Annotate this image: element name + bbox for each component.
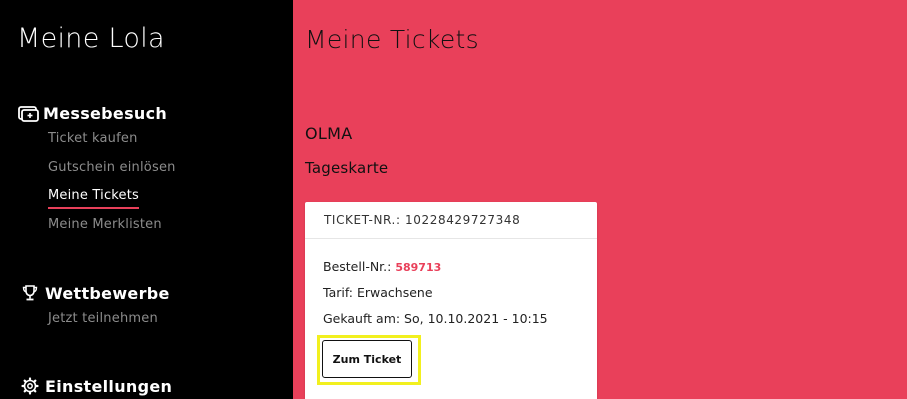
ticket-card: TICKET-NR.: 10228429727348 Bestell-Nr.: … xyxy=(305,202,597,399)
ticket-number: TICKET-NR.: 10228429727348 xyxy=(305,202,597,239)
trophy-icon xyxy=(19,283,41,303)
event-name: OLMA xyxy=(305,124,353,143)
section-label: Einstellungen xyxy=(45,376,173,396)
section-label: Messebesuch xyxy=(43,103,168,123)
section-einstellungen[interactable]: Einstellungen xyxy=(19,376,172,396)
tariff-info: Tarif: Erwachsene xyxy=(323,285,433,300)
order-number: 589713 xyxy=(395,261,442,274)
purchase-date: Gekauft am: So, 10.10.2021 - 10:15 xyxy=(323,311,548,326)
page-title: Meine Tickets xyxy=(305,25,479,54)
sidebar-item-ticket-kaufen[interactable]: Ticket kaufen xyxy=(48,131,138,146)
sidebar-item-meine-tickets[interactable]: Meine Tickets xyxy=(48,188,140,209)
zum-ticket-button[interactable]: Zum Ticket xyxy=(322,340,412,378)
order-info: Bestell-Nr.: 589713 xyxy=(323,259,441,274)
gear-icon xyxy=(19,376,41,396)
order-label: Bestell-Nr.: xyxy=(323,259,396,274)
section-messebesuch[interactable]: Messebesuch xyxy=(17,103,167,123)
section-wettbewerbe[interactable]: Wettbewerbe xyxy=(19,283,170,303)
ticket-type: Tageskarte xyxy=(305,159,389,177)
app-title: Meine Lola xyxy=(17,23,165,54)
ticket-icon xyxy=(17,103,39,123)
sidebar: Meine Lola Messebesuch Ticket kaufen Gut… xyxy=(0,0,293,399)
section-label: Wettbewerbe xyxy=(45,283,170,303)
sidebar-item-gutschein-einloesen[interactable]: Gutschein einlösen xyxy=(48,160,176,175)
sidebar-item-meine-merklisten[interactable]: Meine Merklisten xyxy=(48,217,162,232)
sidebar-item-jetzt-teilnehmen[interactable]: Jetzt teilnehmen xyxy=(48,311,158,326)
